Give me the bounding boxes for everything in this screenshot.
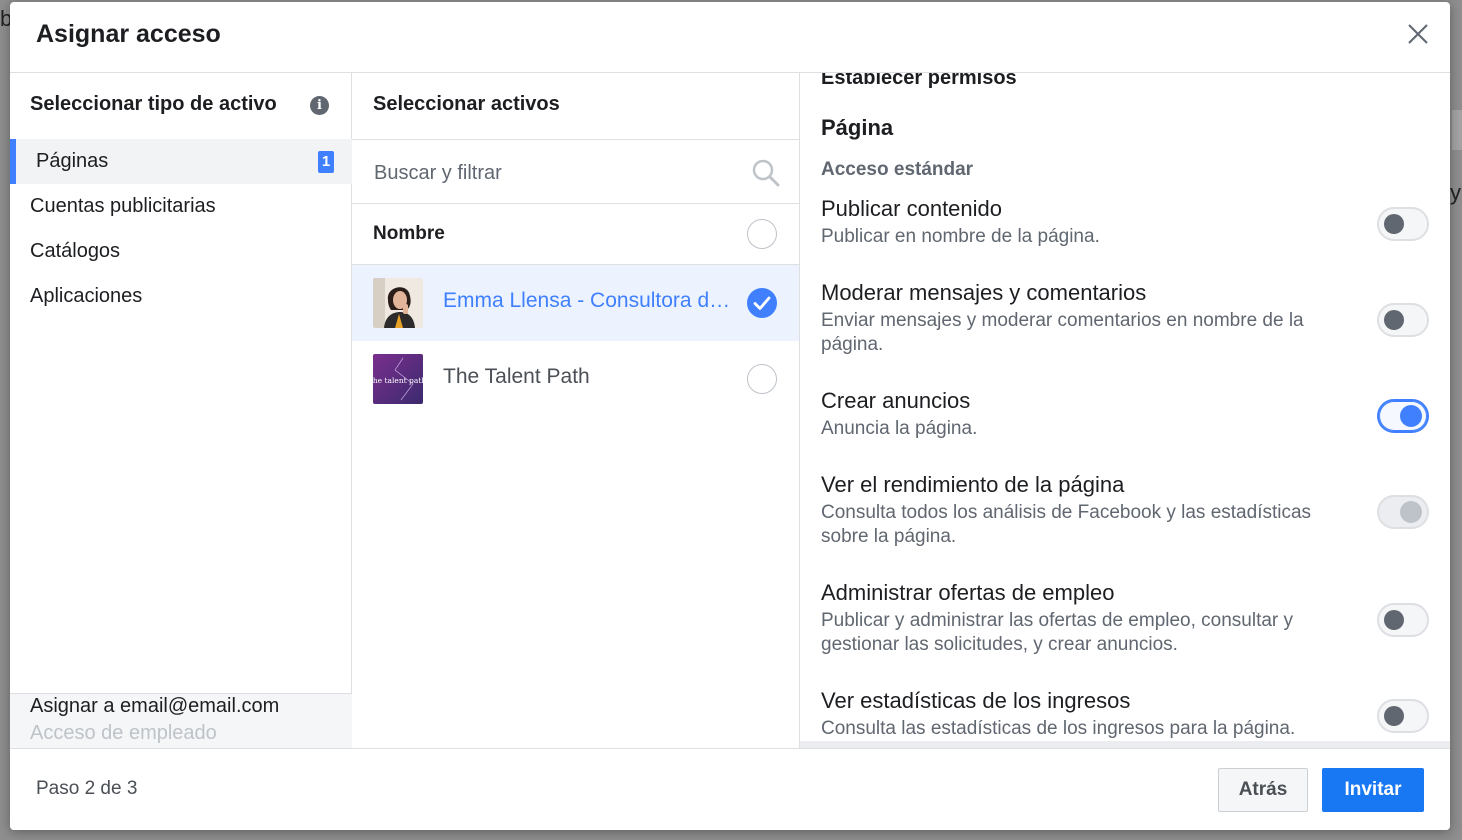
asset-type-panel: Seleccionar tipo de activo i Páginas 1 C… (10, 73, 352, 748)
permission-name: Administrar ofertas de empleo (821, 580, 1115, 605)
permission-name: Ver el rendimiento de la página (821, 472, 1125, 497)
asset-type-apps[interactable]: Aplicaciones (10, 274, 352, 319)
permission-description: Consulta todos los análisis de Facebook … (821, 502, 1312, 547)
permission-name: Ver estadísticas de los ingresos (821, 688, 1131, 713)
permission-description: Enviar mensajes y moderar comentarios en… (821, 310, 1304, 355)
panel-scroll-edge (800, 741, 1450, 748)
background-text-right: y (1450, 180, 1461, 205)
permission-description: Consulta las estadísticas de los ingreso… (821, 718, 1296, 739)
asset-type-label: Aplicaciones (30, 285, 143, 307)
check-icon (753, 296, 770, 310)
toggle-view-performance (1377, 495, 1429, 529)
asset-select-heading: Seleccionar activos (373, 93, 560, 115)
toggle-knob (1400, 501, 1422, 523)
permission-description: Publicar en nombre de la página. (821, 226, 1100, 247)
permissions-section-title: Página (821, 115, 894, 140)
asset-name: The Talent Path (443, 365, 590, 388)
permissions-subsection-title: Acceso estándar (821, 159, 974, 180)
assign-access-dialog: Asignar acceso Seleccionar tipo de activ… (10, 2, 1450, 830)
permission-description: Anuncia la página. (821, 418, 978, 439)
assignee-email: Asignar a email@email.com (30, 695, 280, 717)
asset-row-emma[interactable]: Emma Llensa - Consultora de Talento (352, 265, 799, 341)
asset-table-header: Nombre (352, 204, 799, 265)
toggle-knob (1384, 706, 1404, 726)
step-indicator: Paso 2 de 3 (36, 778, 138, 799)
asset-type-label: Catálogos (30, 240, 121, 262)
page-avatar: the talent path (373, 354, 423, 404)
asset-type-list: Páginas 1 Cuentas publicitarias Catálogo… (10, 139, 352, 319)
asset-row-talent-path[interactable]: the talent path The Talent Path (352, 341, 799, 417)
toggle-manage-jobs[interactable] (1377, 603, 1429, 637)
asset-checkbox[interactable] (747, 364, 777, 394)
asset-type-heading: Seleccionar tipo de activo (30, 93, 277, 115)
dialog-body: Seleccionar tipo de activo i Páginas 1 C… (10, 73, 1450, 748)
permission-create-ads: Crear anuncios Anuncia la página. (821, 387, 1361, 441)
permissions-heading: Establecer permisos (821, 73, 1017, 89)
dialog-header: Asignar acceso (10, 2, 1450, 73)
toggle-knob (1384, 610, 1404, 630)
invite-button[interactable]: Invitar (1322, 768, 1424, 812)
toggle-moderate-messages[interactable] (1377, 303, 1429, 337)
asset-type-label: Cuentas publicitarias (30, 195, 216, 217)
permission-name: Moderar mensajes y comentarios (821, 280, 1147, 305)
toggle-knob (1384, 310, 1404, 330)
toggle-create-ads[interactable] (1377, 399, 1429, 433)
background-panel-right (1452, 110, 1462, 150)
asset-type-ad-accounts[interactable]: Cuentas publicitarias (10, 184, 352, 229)
page-avatar (373, 278, 423, 328)
close-icon[interactable] (1404, 20, 1432, 48)
toggle-knob (1384, 214, 1404, 234)
selected-count-badge: 1 (318, 151, 334, 173)
asset-select-panel: Seleccionar activos Nombre (352, 73, 800, 748)
permission-view-revenue: Ver estadísticas de los ingresos Consult… (821, 687, 1361, 741)
search-icon[interactable] (751, 158, 781, 188)
search-bar (352, 139, 799, 204)
permissions-panel[interactable]: Establecer permisos Página Acceso estánd… (800, 73, 1450, 748)
permission-name: Publicar contenido (821, 196, 1003, 221)
back-button[interactable]: Atrás (1218, 768, 1308, 812)
asset-type-label: Páginas (36, 150, 109, 172)
info-icon[interactable]: i (310, 96, 329, 115)
select-all-radio[interactable] (747, 219, 777, 249)
search-input[interactable] (372, 156, 746, 190)
permission-publish-content: Publicar contenido Publicar en nombre de… (821, 195, 1361, 249)
dialog-title: Asignar acceso (36, 20, 221, 48)
dialog-footer: Paso 2 de 3 Atrás Invitar (10, 748, 1450, 830)
toggle-publish-content[interactable] (1377, 207, 1429, 241)
toggle-view-revenue[interactable] (1377, 699, 1429, 733)
permission-moderate-messages: Moderar mensajes y comentarios Enviar me… (821, 279, 1361, 357)
permission-name: Crear anuncios (821, 388, 971, 413)
toggle-knob (1400, 405, 1422, 427)
permission-manage-jobs: Administrar ofertas de empleo Publicar y… (821, 579, 1361, 657)
asset-type-catalogs[interactable]: Catálogos (10, 229, 352, 274)
assignee-summary: Asignar a email@email.com Acceso de empl… (10, 693, 352, 748)
column-header-name: Nombre (373, 223, 445, 244)
assignee-access-level: Acceso de empleado (30, 722, 217, 744)
thumb-caption: the talent path (373, 376, 423, 385)
asset-checkbox-checked[interactable] (747, 288, 777, 318)
permission-description: Publicar y administrar las ofertas de em… (821, 610, 1294, 655)
asset-type-pages[interactable]: Páginas 1 (10, 139, 352, 184)
asset-name: Emma Llensa - Consultora de Talento (443, 289, 733, 312)
permission-view-performance: Ver el rendimiento de la página Consulta… (821, 471, 1361, 549)
